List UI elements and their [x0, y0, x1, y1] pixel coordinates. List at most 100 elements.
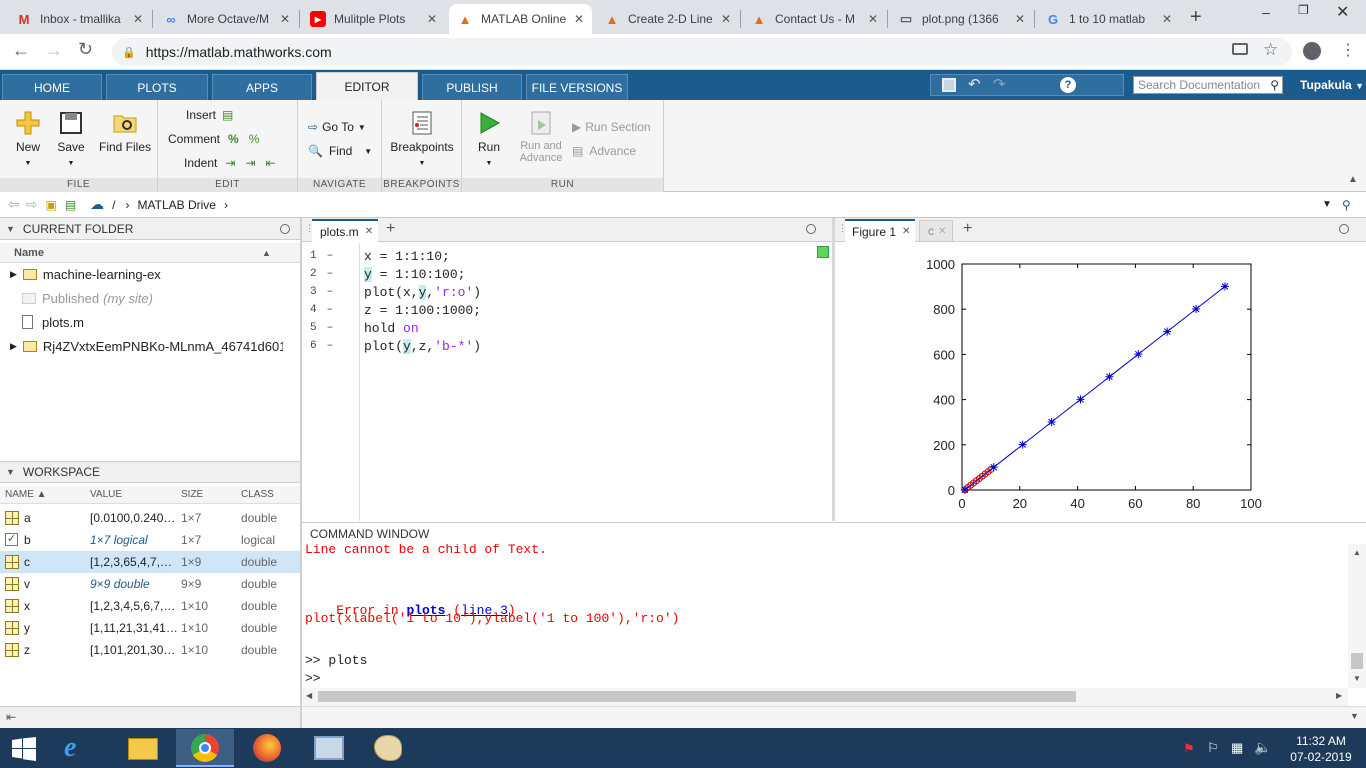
- breakpoint-dash[interactable]: –: [327, 268, 334, 280]
- close-icon[interactable]: ✕: [1015, 12, 1025, 26]
- scroll-start-icon[interactable]: ⇤: [6, 710, 16, 724]
- save-button[interactable]: Save ▼: [54, 110, 88, 168]
- breakpoint-dash[interactable]: –: [327, 322, 334, 334]
- undo-icon[interactable]: ↶: [968, 75, 981, 93]
- tab-file-versions[interactable]: FILE VERSIONS: [526, 74, 628, 100]
- menu-icon[interactable]: ⋮: [1340, 40, 1356, 60]
- paint-icon[interactable]: [374, 735, 402, 761]
- panel-options-icon[interactable]: [280, 223, 290, 234]
- close-icon[interactable]: ✕: [280, 12, 290, 26]
- col-size[interactable]: SIZE: [181, 489, 203, 500]
- table-row[interactable]: c [1,2,3,65,4,7,… 1×9 double: [0, 551, 300, 573]
- bookmark-star-icon[interactable]: ☆: [1263, 40, 1278, 60]
- new-tab-button[interactable]: +: [1190, 6, 1202, 29]
- browser-tab[interactable]: G 1 to 10 matlab ✕: [1037, 4, 1180, 34]
- run-and-advance-button[interactable]: Run and Advance: [514, 110, 568, 164]
- path-folder[interactable]: MATLAB Drive: [138, 198, 216, 212]
- table-row[interactable]: ✓ b 1×7 logical 1×7 logical: [0, 529, 300, 551]
- chrome-taskbar-button[interactable]: [176, 729, 234, 767]
- up-folder-icon[interactable]: ▣: [45, 198, 56, 212]
- expand-icon[interactable]: ▶: [10, 341, 17, 352]
- indent-button[interactable]: Indent ⇥ ⇥ ⇤: [184, 156, 276, 170]
- resize-grip-icon[interactable]: ▼: [1350, 711, 1359, 721]
- scroll-left-icon[interactable]: ◀: [306, 691, 312, 700]
- tab-apps[interactable]: APPS: [212, 74, 312, 100]
- ie-icon[interactable]: e: [64, 732, 76, 764]
- browser-tab[interactable]: ▲ MATLAB Online ✕: [449, 4, 592, 34]
- line-number[interactable]: 2–: [310, 268, 350, 280]
- minimize-button[interactable]: –: [1262, 4, 1270, 20]
- save-quick-icon[interactable]: [942, 78, 956, 92]
- search-documentation-field[interactable]: Search Documentation ⚲: [1133, 76, 1283, 94]
- browser-tab[interactable]: ▶ Mulitple Plots ✕: [302, 4, 445, 34]
- col-value[interactable]: VALUE: [90, 489, 122, 500]
- tab-plots[interactable]: PLOTS: [106, 74, 208, 100]
- collapse-icon[interactable]: ▼: [6, 224, 15, 234]
- tab-editor[interactable]: EDITOR: [316, 72, 418, 100]
- forward-arrow-icon[interactable]: ⇨: [26, 196, 38, 213]
- breakpoint-dash[interactable]: –: [327, 250, 334, 262]
- close-icon[interactable]: ✕: [902, 226, 910, 237]
- close-icon[interactable]: ✕: [365, 226, 373, 237]
- line-number[interactable]: 6–: [310, 340, 350, 352]
- command-window-output[interactable]: Line cannot be a child of Text. Error in…: [302, 544, 1348, 688]
- back-arrow-icon[interactable]: ⇦: [8, 196, 20, 213]
- back-icon[interactable]: ←: [12, 40, 30, 61]
- find-files-button[interactable]: Find Files: [96, 110, 154, 154]
- add-tab-icon[interactable]: +: [963, 220, 972, 238]
- table-row[interactable]: y [1,11,21,31,41… 1×10 double: [0, 617, 300, 639]
- redo-icon[interactable]: ↷: [993, 75, 1006, 93]
- line-number[interactable]: 3–: [310, 286, 350, 298]
- command-horizontal-scrollbar[interactable]: ◀ ▶: [302, 688, 1348, 706]
- expand-icon[interactable]: ▶: [10, 269, 17, 280]
- firefox-icon[interactable]: [253, 734, 281, 762]
- profile-icon[interactable]: [1303, 42, 1321, 60]
- add-tab-icon[interactable]: +: [386, 220, 395, 238]
- figure-tab-1[interactable]: Figure 1 ✕: [845, 219, 915, 242]
- scroll-down-icon[interactable]: ▼: [1353, 674, 1361, 683]
- code-line[interactable]: plot(y,z,'b-*'): [364, 339, 481, 354]
- network-app-icon[interactable]: [314, 736, 344, 760]
- scroll-right-icon[interactable]: ▶: [1336, 691, 1342, 700]
- browser-tab[interactable]: ▲ Contact Us - M ✕: [743, 4, 886, 34]
- clock[interactable]: 11:32 AM 07-02-2019: [1288, 733, 1354, 765]
- tray-action-icon[interactable]: ⚐: [1207, 740, 1219, 756]
- close-icon[interactable]: ✕: [721, 12, 731, 26]
- breakpoint-dash[interactable]: –: [327, 304, 334, 316]
- table-row[interactable]: x [1,2,3,4,5,6,7,… 1×10 double: [0, 595, 300, 617]
- tab-publish[interactable]: PUBLISH: [422, 74, 522, 100]
- col-name[interactable]: NAME ▲: [5, 489, 47, 500]
- run-section-button[interactable]: ▶ Run Section: [572, 120, 651, 134]
- line-number[interactable]: 1–: [310, 250, 350, 262]
- new-button[interactable]: New ▼: [10, 110, 46, 168]
- table-row[interactable]: v 9×9 double 9×9 double: [0, 573, 300, 595]
- comment-button[interactable]: Comment%%: [168, 132, 259, 146]
- user-menu[interactable]: Tupakula ▼: [1300, 78, 1364, 92]
- figure-plot[interactable]: 0 20 40 60 80 10002004006008001000: [835, 243, 1366, 521]
- close-icon[interactable]: ✕: [1162, 12, 1172, 26]
- find-button[interactable]: 🔍 Find ▼: [308, 144, 372, 158]
- collapse-ribbon-icon[interactable]: ▲: [1348, 174, 1358, 185]
- command-prompt[interactable]: >>: [305, 671, 321, 686]
- list-item[interactable]: plots.m: [0, 310, 300, 334]
- list-item[interactable]: ▶ Rj4ZVxtxEemPNBKo-MLnmA_46741d601: [0, 334, 300, 358]
- breakpoint-dash[interactable]: –: [327, 340, 334, 352]
- tab-home[interactable]: HOME: [2, 74, 102, 100]
- reload-icon[interactable]: ↻: [78, 39, 93, 60]
- tray-volume-icon[interactable]: 🔈: [1254, 739, 1271, 756]
- path-dropdown-icon[interactable]: ▼: [1322, 199, 1332, 210]
- command-vertical-scrollbar[interactable]: ▲ ▼: [1348, 544, 1366, 688]
- insert-button[interactable]: Insert ▤: [186, 108, 233, 122]
- tray-flag-icon[interactable]: ⚑: [1183, 741, 1195, 757]
- line-number[interactable]: 5–: [310, 322, 350, 334]
- editor-tab-plots[interactable]: plots.m ✕: [312, 219, 378, 242]
- code-line[interactable]: y = 1:10:100;: [364, 267, 465, 282]
- close-window-button[interactable]: ✕: [1336, 2, 1349, 22]
- code-line[interactable]: z = 1:100:1000;: [364, 303, 481, 318]
- scroll-thumb[interactable]: [318, 691, 1076, 702]
- col-class[interactable]: CLASS: [241, 489, 274, 500]
- close-icon[interactable]: ✕: [574, 12, 584, 26]
- code-line[interactable]: plot(x,y,'r:o'): [364, 285, 481, 300]
- table-row[interactable]: z [1,101,201,30… 1×10 double: [0, 639, 300, 661]
- list-item[interactable]: Published (my site): [0, 286, 300, 310]
